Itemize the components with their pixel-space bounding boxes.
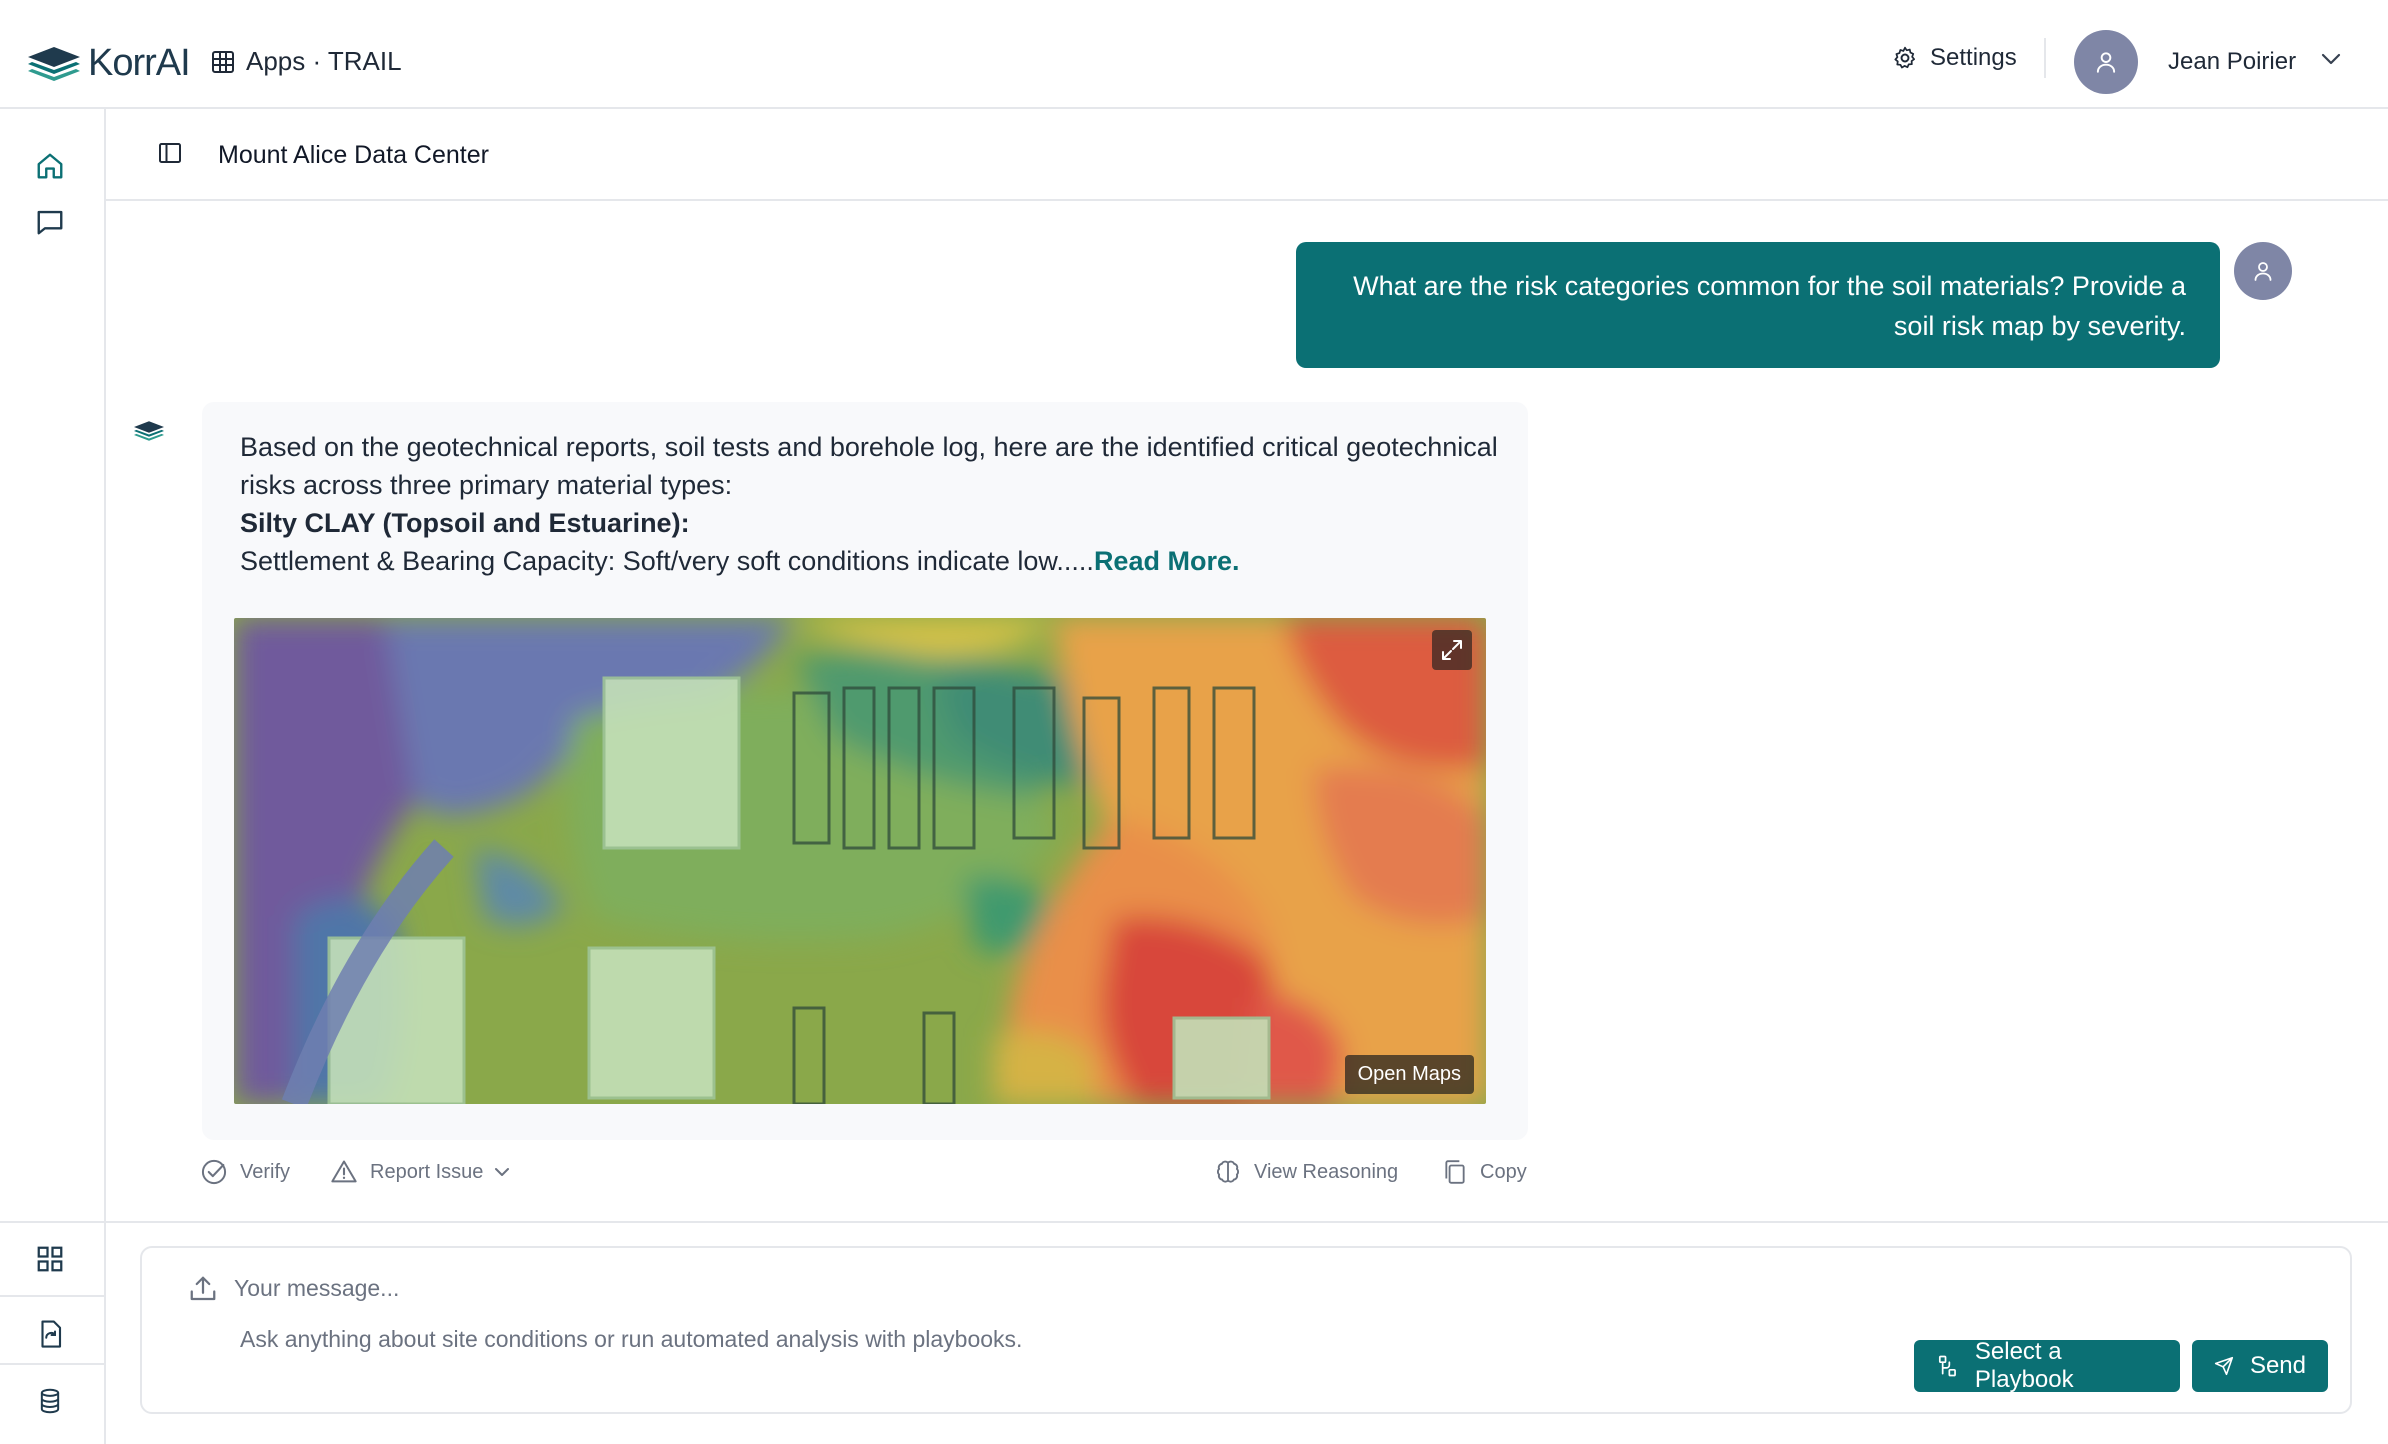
user-message-text: What are the risk categories common for …: [1353, 271, 2186, 341]
copy-button[interactable]: Copy: [1442, 1156, 1527, 1188]
user-message-avatar: [2234, 242, 2292, 300]
file-refresh-icon[interactable]: [33, 1317, 67, 1351]
send-icon: [2214, 1356, 2234, 1376]
message-input[interactable]: [234, 1268, 1234, 1308]
expand-icon: [1442, 640, 1462, 660]
verify-button[interactable]: Verify: [200, 1156, 290, 1188]
composer-hint: Ask anything about site conditions or ru…: [240, 1326, 1023, 1352]
sidebar-divider: [0, 1221, 104, 1223]
panel-toggle-icon[interactable]: [158, 141, 182, 165]
assistant-heading: Silty CLAY (Topsoil and Estuarine):: [240, 508, 690, 538]
view-reasoning-label: View Reasoning: [1254, 1160, 1399, 1183]
top-bar: KorrAI Apps · TRAIL Settings Jean Poirie…: [0, 0, 2388, 109]
user-avatar[interactable]: [2074, 30, 2138, 94]
sidebar-divider: [0, 1363, 104, 1365]
assistant-message-card: Based on the geotechnical reports, soil …: [202, 402, 1528, 1140]
send-label: Send: [2249, 1352, 2306, 1379]
report-issue-button[interactable]: Report Issue: [330, 1156, 511, 1188]
assistant-preview: Settlement & Bearing Capacity: Soft/very…: [240, 546, 1094, 576]
message-composer: Ask anything about site conditions or ru…: [140, 1246, 2352, 1414]
assistant-message-text: Based on the geotechnical reports, soil …: [240, 428, 1500, 580]
risk-heatmap-image: [234, 618, 1486, 1104]
gear-icon: [1894, 46, 1915, 69]
chevron-down-icon[interactable]: [2320, 52, 2342, 66]
assistant-preview-line: Settlement & Bearing Capacity: Soft/very…: [240, 542, 1500, 580]
upload-icon[interactable]: [188, 1274, 218, 1304]
sidebar-divider: [0, 1295, 104, 1297]
select-playbook-label: Select a Playbook: [1974, 1338, 2074, 1393]
select-playbook-button[interactable]: Select a Playbook: [1914, 1338, 2180, 1393]
page-title: Mount Alice Data Center: [218, 141, 489, 169]
logo-layers-icon: [28, 46, 80, 81]
grid-icon[interactable]: [33, 1242, 67, 1276]
logo-text: KorrAI: [88, 42, 191, 84]
send-button[interactable]: Send: [2192, 1340, 2328, 1392]
brain-icon: [1216, 1160, 1240, 1183]
settings-button[interactable]: Settings: [1892, 44, 2017, 72]
user-name[interactable]: Jean Poirier: [2168, 48, 2296, 76]
warning-icon: [331, 1160, 357, 1183]
read-more-link[interactable]: Read More.: [1094, 546, 1240, 576]
assistant-intro: Based on the geotechnical reports, soil …: [240, 432, 1498, 500]
home-icon[interactable]: [33, 149, 67, 183]
copy-label: Copy: [1480, 1160, 1527, 1183]
left-sidebar: [0, 109, 106, 1444]
apps-menu[interactable]: Apps · TRAIL: [212, 46, 402, 77]
apps-label: Apps · TRAIL: [246, 46, 402, 76]
user-icon: [2096, 52, 2116, 73]
user-icon: [2254, 262, 2272, 281]
korrai-logo[interactable]: KorrAI: [28, 42, 191, 85]
page-header: Mount Alice Data Center: [106, 109, 2388, 201]
apps-grid-icon: [212, 50, 234, 73]
view-reasoning-button[interactable]: View Reasoning: [1214, 1156, 1398, 1188]
database-icon[interactable]: [33, 1384, 67, 1418]
expand-map-button[interactable]: [1432, 630, 1472, 670]
assistant-logo-icon: [134, 421, 164, 441]
verify-label: Verify: [240, 1160, 291, 1183]
soil-risk-map[interactable]: Open Maps: [234, 618, 1486, 1104]
copy-icon: [1445, 1160, 1465, 1184]
user-message-bubble: What are the risk categories common for …: [1296, 242, 2220, 368]
topbar-divider: [2044, 38, 2046, 78]
composer-divider: [106, 1221, 2388, 1223]
chat-icon[interactable]: [33, 205, 67, 239]
open-maps-button[interactable]: Open Maps: [1344, 1055, 1474, 1094]
verify-check-icon: [201, 1159, 227, 1185]
chevron-down-icon: [495, 1168, 510, 1176]
playbook-icon: [1938, 1355, 1956, 1377]
report-issue-label: Report Issue: [370, 1160, 484, 1183]
settings-label: Settings: [1930, 44, 2017, 71]
